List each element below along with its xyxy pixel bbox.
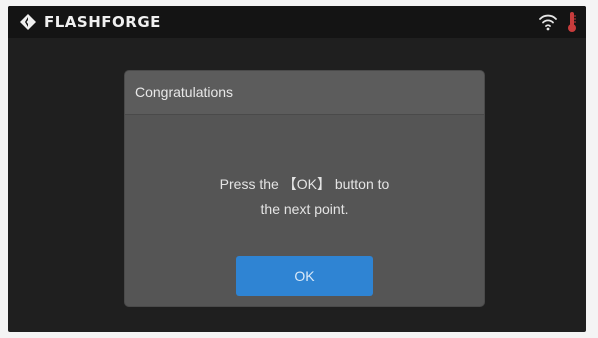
flashforge-logo-icon bbox=[20, 14, 36, 30]
dialog-header: Congratulations bbox=[125, 71, 484, 115]
top-status-bar: FLASHFORGE bbox=[8, 6, 586, 38]
ok-button[interactable]: OK bbox=[236, 256, 373, 296]
brand-name: FLASHFORGE bbox=[44, 13, 161, 31]
dialog-message-line-1: Press the 【OK】 button to bbox=[219, 176, 390, 192]
wifi-icon[interactable] bbox=[538, 12, 558, 32]
congratulations-dialog: Congratulations Press the 【OK】 button to… bbox=[125, 71, 484, 306]
dialog-message: Press the 【OK】 button to the next point. bbox=[145, 172, 464, 222]
dialog-message-line-2: the next point. bbox=[260, 201, 349, 217]
printer-screen: FLASHFORGE Congratulations Press the 【OK… bbox=[8, 6, 586, 332]
thermometer-icon[interactable] bbox=[567, 11, 577, 33]
dialog-title: Congratulations bbox=[135, 84, 234, 100]
